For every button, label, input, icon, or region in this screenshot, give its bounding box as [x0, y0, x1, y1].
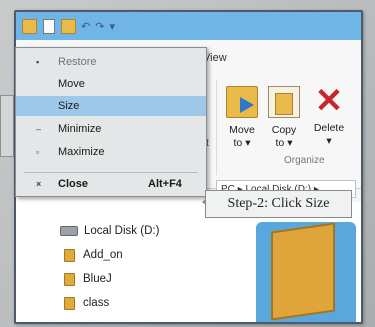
- menu-item-label: Move: [58, 78, 85, 90]
- nav-item-bluej[interactable]: BlueJ: [64, 270, 112, 288]
- copy-to-button[interactable]: Copy to ▾: [266, 86, 302, 150]
- new-folder-icon[interactable]: [61, 18, 76, 34]
- menu-item-maximize[interactable]: ▫ Maximize: [16, 142, 206, 162]
- menu-item-label: Size: [58, 100, 80, 112]
- menu-item-label: Restore: [58, 56, 97, 68]
- nav-item-label: class: [83, 297, 110, 309]
- delete-button[interactable]: ✕ Delete ▾: [309, 82, 349, 148]
- folder-icon: [64, 272, 75, 286]
- menu-separator: [24, 172, 198, 173]
- ribbon-separator: [216, 80, 217, 175]
- folder-icon: [64, 296, 75, 310]
- menu-item-close[interactable]: × Close Alt+F4: [16, 174, 206, 194]
- delete-label: Delete: [313, 122, 345, 134]
- window-folder-icon[interactable]: [22, 18, 37, 34]
- menu-item-minimize[interactable]: – Minimize: [16, 119, 206, 139]
- step-callout: Step-2: Click Size: [205, 190, 352, 218]
- content-pane: [216, 202, 361, 322]
- close-shortcut: Alt+F4: [148, 178, 182, 190]
- copy-to-sub: to ▾: [275, 137, 293, 149]
- properties-icon[interactable]: [43, 18, 55, 34]
- close-icon: ×: [36, 179, 42, 189]
- menu-item-label: Maximize: [58, 146, 105, 158]
- navigation-pane: Local Disk (D:) Add_on BlueJ class: [16, 190, 216, 322]
- move-to-sub: to ▾: [233, 137, 251, 149]
- maximize-icon: ▫: [36, 147, 40, 157]
- customize-toolbar-icon[interactable]: ▾: [109, 20, 115, 33]
- nav-item-label: Local Disk (D:): [84, 225, 160, 237]
- copy-to-icon: [268, 86, 300, 118]
- background-window-edge: [0, 95, 14, 157]
- minimize-icon: –: [36, 124, 42, 134]
- system-menu: ▪ Restore Move Size – Minimize ▫ Maximiz…: [15, 47, 207, 197]
- redo-icon[interactable]: ↷: [95, 20, 104, 33]
- nav-item-class[interactable]: class: [64, 294, 109, 312]
- delete-sub: ▾: [326, 135, 332, 147]
- restore-icon: ▪: [36, 57, 40, 67]
- title-bar[interactable]: ↶ ↷ ▾: [16, 12, 361, 40]
- menu-item-label: Close: [58, 178, 88, 190]
- undo-icon[interactable]: ↶: [81, 20, 90, 33]
- nav-item-add-on[interactable]: Add_on: [64, 246, 123, 264]
- move-to-button[interactable]: Move to ▾: [224, 86, 260, 150]
- menu-item-size[interactable]: Size: [16, 96, 206, 116]
- drive-icon: [60, 226, 78, 236]
- nav-item-local-disk[interactable]: Local Disk (D:): [60, 222, 159, 240]
- copy-to-label: Copy: [271, 124, 297, 136]
- delete-x-icon: ✕: [314, 82, 344, 120]
- nav-item-label: Add_on: [83, 249, 123, 261]
- folder-icon: [64, 248, 75, 262]
- organize-group-label: Organize: [284, 155, 325, 166]
- menu-item-label: Minimize: [58, 123, 102, 135]
- move-to-label: Move: [229, 124, 255, 136]
- menu-item-move[interactable]: Move: [16, 74, 206, 94]
- nav-item-label: BlueJ: [83, 273, 112, 285]
- move-to-icon: [226, 86, 258, 118]
- menu-item-restore[interactable]: ▪ Restore: [16, 52, 206, 72]
- large-folder-icon[interactable]: [271, 222, 335, 321]
